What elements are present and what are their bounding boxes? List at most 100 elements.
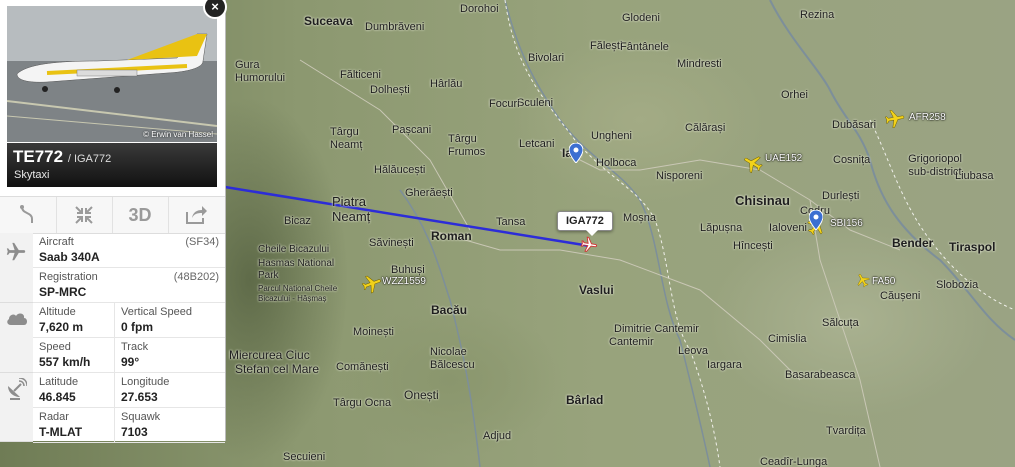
city-label: Târgu Neamț: [330, 126, 363, 151]
vertical-speed-value: 0 fpm: [121, 320, 154, 334]
city-label: Onești: [404, 388, 439, 402]
satellite-dish-icon: [8, 378, 27, 400]
city-label: Tiraspol: [949, 240, 996, 254]
airport-pin-icon[interactable]: [809, 210, 823, 230]
altitude-value: 7,620 m: [39, 320, 84, 334]
city-label: Cheile Bicazului: [258, 244, 330, 255]
city-label: Liubasa: [955, 170, 994, 182]
city-label: Nisporeni: [656, 170, 703, 182]
route-icon: [20, 205, 33, 223]
city-label: Gherăești: [405, 187, 453, 199]
city-label: Stefan cel Mare: [235, 362, 320, 376]
city-label: Roman: [431, 229, 472, 243]
close-button[interactable]: ×: [203, 0, 227, 19]
city-label: Tvardița: [826, 425, 866, 437]
city-label: Moșna: [623, 212, 657, 224]
city-label: Nicolae Bălcescu: [430, 346, 475, 371]
plane-icon: [884, 110, 905, 129]
cloud-icon: [7, 313, 27, 325]
route-button[interactable]: [0, 197, 57, 233]
road: [429, 229, 801, 381]
city-label: Hârlău: [430, 78, 463, 90]
city-label: Moinești: [353, 326, 394, 338]
selected-aircraft-marker[interactable]: [580, 236, 598, 254]
city-label: Călărași: [685, 122, 726, 134]
position-row: Latitude 46.845 Longitude 27.653: [33, 373, 225, 408]
city-label: Fălticeni: [340, 69, 381, 81]
plane-icon: [6, 242, 26, 261]
city-label: Basarabeasca: [785, 369, 856, 381]
city-label: Lăpușna: [700, 222, 743, 234]
aircraft-label: SBI156: [830, 218, 863, 229]
city-label: Orhei: [781, 89, 808, 101]
aircraft-value: Saab 340A: [39, 250, 100, 264]
flight-callsign: TE772: [13, 147, 64, 166]
city-label: Chisinau: [735, 193, 790, 208]
share-button[interactable]: [168, 197, 224, 233]
plane-icon: [744, 156, 763, 174]
track-label: Track: [121, 341, 149, 353]
city-label: Fălești: [590, 40, 623, 52]
plane-icon: [580, 236, 597, 252]
aircraft-marker[interactable]: [855, 272, 871, 288]
flight-alt-callsign: / IGA772: [67, 153, 112, 165]
weather-section-icon: [0, 303, 33, 373]
city-label: Iargara: [707, 359, 742, 371]
city-label: Piatra Neamț: [332, 194, 371, 224]
city-label: Dolhești: [370, 84, 410, 96]
city-label: Sălcuța: [822, 317, 859, 329]
flight-toolbar: 3D: [0, 196, 225, 234]
aircraft-label: WZZ1559: [382, 276, 426, 287]
altitude-label: Altitude: [39, 306, 76, 318]
radar-value: T-MLAT: [39, 425, 83, 439]
airport-pin-icon[interactable]: [569, 143, 583, 163]
3d-view-button[interactable]: 3D: [112, 197, 169, 233]
selected-flight-callout[interactable]: IGA772: [557, 211, 613, 236]
city-label: Secuieni: [283, 451, 326, 463]
aircraft-photo: © Erwin van Hassel: [7, 6, 217, 142]
aircraft-section-icon: [0, 233, 33, 303]
city-label: Dimitrie Cantemir: [614, 323, 699, 335]
registration-hex-code: (48B202): [173, 271, 219, 283]
aircraft-marker[interactable]: [884, 108, 906, 130]
speed-row: Speed 557 km/h Track 99°: [33, 338, 225, 373]
city-label: Tansa: [496, 216, 526, 228]
aircraft-marker[interactable]: [361, 273, 383, 295]
city-label: Adjud: [483, 430, 512, 442]
aircraft-label: UAE152: [765, 153, 803, 164]
speed-value: 557 km/h: [39, 355, 91, 369]
city-label: Dorohoi: [460, 3, 499, 15]
collapse-arrows-icon: [75, 206, 93, 224]
city-label: Bârlad: [566, 393, 604, 407]
fullscreen-button[interactable]: [56, 197, 113, 233]
city-label: Miercurea Ciuc: [229, 348, 310, 362]
city-label: Vaslui: [579, 283, 614, 297]
flight-header: TE772 / IGA772 Skytaxi: [7, 143, 217, 187]
aircraft-marker[interactable]: [742, 152, 764, 174]
city-label: Suceava: [304, 14, 353, 28]
longitude-label: Longitude: [121, 376, 170, 388]
longitude-value: 27.653: [121, 390, 158, 404]
city-label: Letcani: [519, 138, 555, 150]
prut-river: [504, 0, 711, 467]
city-label: Parcul National Cheile Bicazului - Hășma…: [258, 284, 338, 303]
city-label: Ceadîr-Lunga: [760, 456, 828, 467]
city-label: Ungheni: [591, 130, 632, 142]
city-label: Rezina: [800, 9, 835, 21]
city-label: Slobozia: [936, 279, 979, 291]
photo-credit: © Erwin van Hassel: [143, 130, 213, 139]
airline-name: Skytaxi: [14, 169, 50, 181]
city-label: Bicaz: [284, 215, 311, 227]
border-line: [504, 0, 721, 467]
city-label: Târgu Ocna: [333, 397, 392, 409]
city-label: Cosnița: [833, 154, 871, 166]
city-label: Dubăsari: [832, 119, 877, 131]
aircraft-label: AFR258: [909, 112, 946, 123]
aircraft-photo-image: [7, 6, 217, 142]
speed-label: Speed: [39, 341, 71, 353]
city-label: Gura Humorului: [235, 59, 286, 84]
city-label: Pașcani: [392, 124, 432, 136]
radar-label: Radar: [39, 411, 69, 423]
aircraft-label: Aircraft: [39, 236, 74, 248]
registration-row: Registration (48B202) SP-MRC: [33, 268, 225, 303]
